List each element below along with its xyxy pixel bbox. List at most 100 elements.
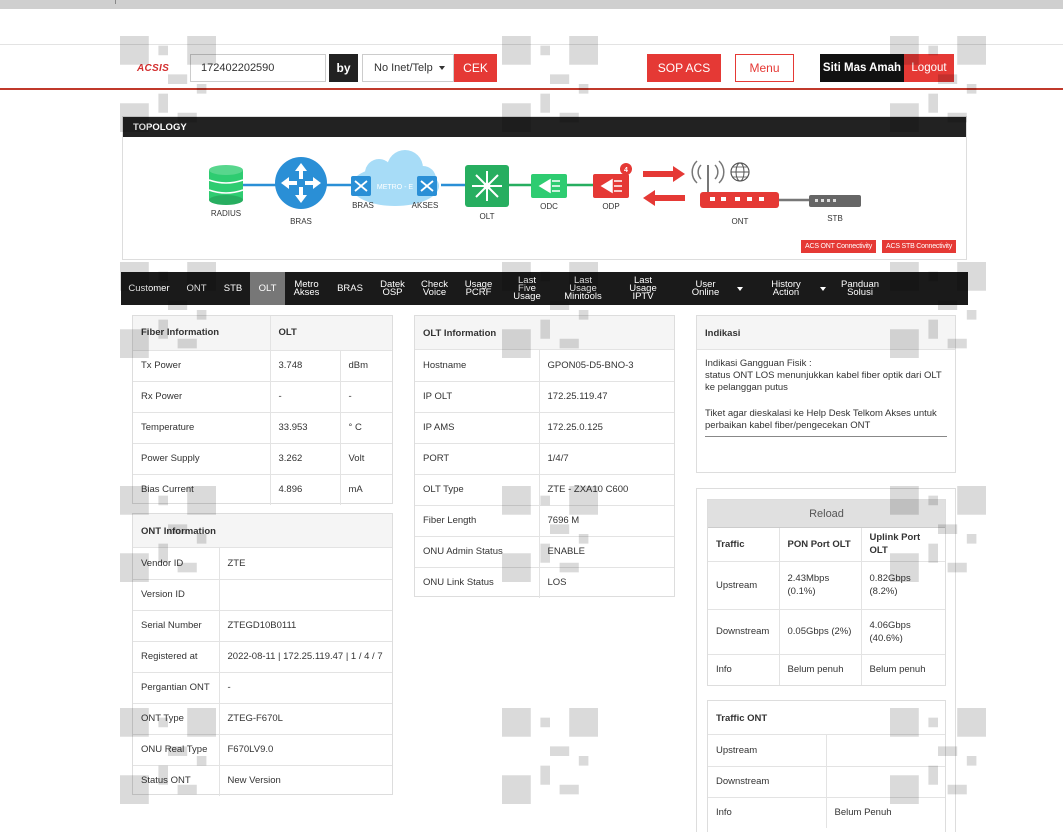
table-row: Serial Number ZTEGD10B0111 [133,609,392,641]
indikasi-body: Indikasi Gangguan Fisik : status ONT LOS … [697,350,955,455]
indikasi-line-1: Indikasi Gangguan Fisik : [705,358,812,369]
app-header: ACSIS by No Inet/Telp CEK SOP ACS Menu S… [0,46,1063,90]
reload-button[interactable]: Reload [708,500,945,528]
tab-last-usage-minitools[interactable]: Last Usage Minitools [553,272,613,305]
tab-usage-pcrf[interactable]: Usage PCRF [456,272,501,305]
search-mode-select[interactable]: No Inet/Telp [362,54,454,82]
tab-metro-akses[interactable]: Metro Akses [285,272,328,305]
user-name: Siti Mas Amah [820,54,904,82]
label-odp: ODP [602,202,619,211]
label-radius: RADIUS [211,209,241,218]
tab-user-online[interactable]: User Online [673,272,751,305]
table-row: Bias Current 4.896 mA [133,473,392,505]
label-odc: ODC [540,202,558,211]
table-row: Tx Power 3.748 dBm [133,349,392,381]
traffic-ont-title: Traffic ONT [708,701,945,735]
tab-panduan-solusi[interactable]: Panduan Solusi [834,272,886,305]
table-row: IP OLT 172.25.119.47 [415,380,674,412]
label-olt: OLT [480,212,495,221]
acs-stb-connectivity-button[interactable]: ACS STB Connectivity [882,240,957,253]
olt-switch-icon[interactable] [465,165,509,207]
bras-router-icon[interactable] [275,157,327,209]
table-row: Version ID [133,578,392,610]
table-row: ONU Link Status LOS [415,566,674,598]
globe-icon [730,162,750,182]
table-row: Info Belum penuh Belum penuh [708,653,945,685]
menu-button[interactable]: Menu [735,54,794,82]
traffic-ont-box: Traffic ONT Upstream Downstream Info Belu… [707,700,946,832]
tab-last-five-usage[interactable]: Last Five Usage [501,272,553,305]
table-row: Temperature 33.953 ° C [133,411,392,443]
table-row: ONU Real Type F670LV9.0 [133,733,392,765]
fiber-information-panel: Fiber Information OLT Tx Power 3.748 dBm R… [132,315,393,505]
table-row: Pergantian ONT - [133,671,392,703]
label-metro-bras: BRAS [352,201,374,210]
olt-info-title: OLT Information [415,316,674,350]
indikasi-title: Indikasi [697,316,955,350]
label-bras: BRAS [290,217,312,226]
table-row: ONU Admin Status ENABLE [415,535,674,567]
traffic-ont-table: Upstream Downstream Info Belum Penuh [708,735,945,828]
table-row: IP AMS 172.25.0.125 [415,411,674,443]
tab-check-voice[interactable]: Check Voice [413,272,456,305]
caret-down-icon [820,286,826,291]
logout-button[interactable]: Logout [904,54,954,82]
caret-down-icon [737,286,743,291]
ont-router-icon[interactable] [691,160,779,208]
odp-icon[interactable] [593,174,629,198]
tab-stb[interactable]: STB [216,272,250,305]
olt-information-panel: OLT Information Hostname GPON05-D5-BNO-3 … [414,315,675,598]
divider [705,436,947,437]
odp-count: 4 [624,167,628,174]
acs-ont-connectivity-button[interactable]: ACS ONT Connectivity [801,240,877,253]
stb-device-icon[interactable] [809,195,861,207]
table-row: Downstream [708,765,945,797]
tab-olt[interactable]: OLT [250,272,285,305]
fiber-information-table: Fiber Information OLT Tx Power 3.748 dBm R… [133,316,392,505]
table-row: ONT Type ZTEG-F670L [133,702,392,734]
ont-information-panel: ONT Information Vendor ID ZTE Version ID … [132,513,393,796]
table-row: OLT Type ZTE - ZXA10 C600 [415,473,674,505]
tab-ont[interactable]: ONT [177,272,216,305]
table-row: Rx Power - - [133,380,392,412]
browser-top-strip [0,0,1063,9]
by-label: by [329,54,358,82]
label-metro-e: METRO - E [377,184,413,191]
radius-database-icon[interactable] [208,165,244,205]
ont-info-title: ONT Information [133,514,392,548]
label-ont: ONT [732,217,749,226]
table-row: Hostname GPON05-D5-BNO-3 [415,350,674,381]
qr-watermark [502,708,598,804]
label-stb: STB [827,214,843,223]
ont-information-table: Vendor ID ZTE Version ID Serial Number ZTE… [133,548,392,796]
label-metro-akses: AKSES [412,201,439,210]
metro-cloud-icon[interactable] [351,150,439,206]
tab-customer[interactable]: Customer [121,272,177,305]
topology-panel: TOPOLOGY RADIUS BRAS METRO - E BRAS AKSE… [122,116,967,260]
app-logo[interactable]: ACSIS [137,63,169,74]
table-row: PORT 1/4/7 [415,442,674,474]
table-row: Power Supply 3.262 Volt [133,442,392,474]
topology-title: TOPOLOGY [123,117,966,137]
table-row: Registered at 2022-08-11 | 172.25.119.47 … [133,640,392,672]
traffic-panel: Reload Traffic PON Port OLT Uplink Port … [696,488,956,832]
table-row: Fiber Length 7696 M [415,504,674,536]
olt-information-table: Hostname GPON05-D5-BNO-3 IP OLT 172.25.119… [415,350,674,598]
browser-toolbar-area [0,9,1063,45]
sop-acs-button[interactable]: SOP ACS [647,54,721,82]
tab-bras[interactable]: BRAS [328,272,372,305]
table-row: Upstream 2.43Mbps (0.1%) 0.82Gbps (8.2%) [708,560,945,609]
tab-datek-osp[interactable]: Datek OSP [372,272,413,305]
tab-history-action[interactable]: History Action [751,272,834,305]
odc-icon[interactable] [531,174,567,198]
table-row: Vendor ID ZTE [133,548,392,579]
tab-last-usage-iptv[interactable]: Last Usage IPTV [613,272,673,305]
link-status-arrows-icon [643,166,685,206]
indikasi-line-3: Tiket agar dieskalasi ke Help Desk Telko… [705,408,937,431]
cek-button[interactable]: CEK [454,54,497,82]
fiber-title-value: OLT [270,316,392,350]
table-row: Info Belum Penuh [708,796,945,828]
fiber-title: Fiber Information [133,316,271,350]
search-input[interactable] [190,54,326,82]
traffic-table: Traffic PON Port OLT Uplink Port OLT Ups… [708,528,945,685]
